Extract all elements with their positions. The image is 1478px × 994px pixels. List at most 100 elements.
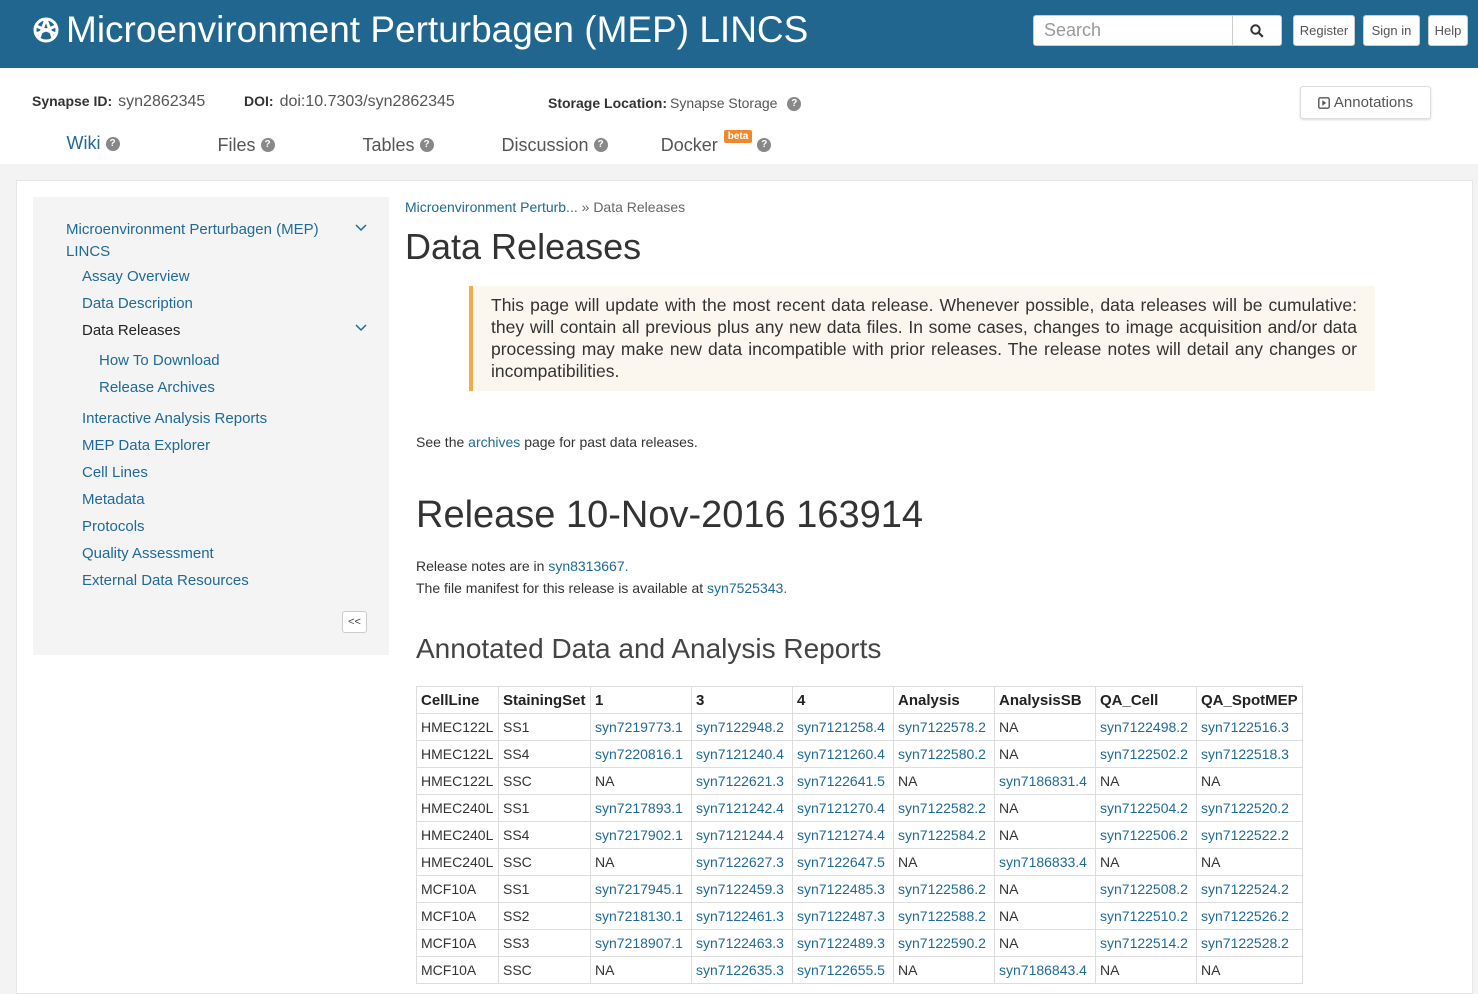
- synapse-id-link[interactable]: syn7122641.5: [797, 773, 885, 789]
- synapse-id-link[interactable]: syn7122588.2: [898, 908, 986, 924]
- docker-help-icon[interactable]: ?: [757, 138, 772, 152]
- synapse-id-link[interactable]: syn7218907.1: [595, 935, 683, 951]
- synapse-id-link[interactable]: syn7186833.4: [999, 854, 1087, 870]
- synapse-logo-icon[interactable]: [30, 14, 62, 46]
- synapse-id-link[interactable]: syn7122520.2: [1201, 800, 1289, 816]
- synapse-id-link[interactable]: syn7121258.4: [797, 719, 885, 735]
- table-body: HMEC122L SS1 syn7219773.1 syn7122948.2 syn71…: [416, 713, 1303, 984]
- sidebar-item-root-cont[interactable]: LINCS: [66, 243, 110, 260]
- help-button[interactable]: Help: [1428, 15, 1468, 46]
- register-button[interactable]: Register: [1293, 15, 1355, 46]
- discussion-help-icon[interactable]: ?: [593, 138, 608, 152]
- signin-button[interactable]: Sign in: [1363, 15, 1420, 46]
- synapse-id-link[interactable]: syn7121240.4: [696, 746, 784, 762]
- synapse-id-link[interactable]: syn7122514.2: [1100, 935, 1188, 951]
- sidebar-item-external-data-resources[interactable]: External Data Resources: [82, 572, 249, 589]
- synapse-id-link[interactable]: syn7122461.3: [696, 908, 784, 924]
- tables-help-icon[interactable]: ?: [419, 138, 434, 152]
- synapse-id-link[interactable]: syn7122580.2: [898, 746, 986, 762]
- tab-files[interactable]: Files?: [170, 122, 322, 168]
- synapse-id-link[interactable]: syn7219773.1: [595, 719, 683, 735]
- synapse-id-link[interactable]: syn7121242.4: [696, 800, 784, 816]
- table-cell: syn7122518.3: [1196, 740, 1303, 768]
- synapse-id-link[interactable]: syn7122485.3: [797, 881, 885, 897]
- table-cell: SS4: [498, 740, 591, 768]
- annotations-button[interactable]: Annotations: [1300, 86, 1431, 119]
- synapse-id-link[interactable]: syn7186831.4: [999, 773, 1087, 789]
- synapse-id-link[interactable]: syn7122516.3: [1201, 719, 1289, 735]
- synapse-id-link[interactable]: syn7186843.4: [999, 962, 1087, 978]
- table-cell: syn7122461.3: [691, 902, 793, 930]
- sidebar-item-data-description[interactable]: Data Description: [82, 295, 193, 312]
- synapse-id-link[interactable]: syn7122487.3: [797, 908, 885, 924]
- synapse-id-link[interactable]: syn7122586.2: [898, 881, 986, 897]
- synapse-id-link[interactable]: syn7122459.3: [696, 881, 784, 897]
- chevron-down-icon[interactable]: [355, 324, 367, 332]
- storage-help-icon[interactable]: ?: [787, 97, 802, 112]
- tab-wiki[interactable]: Wiki?: [16, 122, 170, 168]
- sidebar-item-release-archives[interactable]: Release Archives: [99, 379, 215, 396]
- synapse-id-link[interactable]: syn7122627.3: [696, 854, 784, 870]
- synapse-id-link[interactable]: syn7122584.2: [898, 827, 986, 843]
- synapse-id-link[interactable]: syn7121260.4: [797, 746, 885, 762]
- synapse-id-link[interactable]: syn7122489.3: [797, 935, 885, 951]
- synapse-id-link[interactable]: syn7122526.2: [1201, 908, 1289, 924]
- synapse-id-link[interactable]: syn7122578.2: [898, 719, 986, 735]
- synapse-id-link[interactable]: syn7122524.2: [1201, 881, 1289, 897]
- synapse-id-link[interactable]: syn7122504.2: [1100, 800, 1188, 816]
- synapse-id-link[interactable]: syn7122508.2: [1100, 881, 1188, 897]
- synapse-id-link[interactable]: syn7122582.2: [898, 800, 986, 816]
- synapse-id-link[interactable]: syn7122635.3: [696, 962, 784, 978]
- tab-docker[interactable]: Docker beta?: [635, 122, 797, 168]
- collapse-sidebar-button[interactable]: <<: [342, 611, 367, 633]
- chevron-down-icon[interactable]: [355, 224, 367, 232]
- table-cell: syn7122487.3: [792, 902, 894, 930]
- synapse-id-link[interactable]: syn7122948.2: [696, 719, 784, 735]
- tab-discussion[interactable]: Discussion?: [474, 122, 635, 168]
- sidebar-item-assay-overview[interactable]: Assay Overview: [82, 268, 190, 285]
- synapse-id-link[interactable]: syn7122590.2: [898, 935, 986, 951]
- manifest-link[interactable]: syn7525343.: [707, 580, 787, 596]
- tab-tables[interactable]: Tables?: [322, 122, 474, 168]
- wiki-help-icon[interactable]: ?: [105, 136, 120, 151]
- table-cell: SS1: [498, 875, 591, 903]
- project-title[interactable]: Microenvironment Perturbagen (MEP) LINCS: [66, 9, 808, 51]
- sidebar-item-data-releases[interactable]: Data Releases: [82, 322, 180, 339]
- synapse-id-link[interactable]: syn7122647.5: [797, 854, 885, 870]
- breadcrumb-link[interactable]: Microenvironment Perturb...: [405, 199, 578, 215]
- sidebar-item-quality-assessment[interactable]: Quality Assessment: [82, 545, 214, 562]
- synapse-id-link[interactable]: syn7122502.2: [1100, 746, 1188, 762]
- synapse-id-link[interactable]: syn7121270.4: [797, 800, 885, 816]
- synapse-id-link[interactable]: syn7217902.1: [595, 827, 683, 843]
- synapse-id-link[interactable]: syn7122518.3: [1201, 746, 1289, 762]
- sidebar-item-metadata[interactable]: Metadata: [82, 491, 145, 508]
- release-notes-link[interactable]: syn8313667.: [548, 558, 628, 574]
- sidebar-item-cell-lines[interactable]: Cell Lines: [82, 464, 148, 481]
- synapse-id-link[interactable]: syn7220816.1: [595, 746, 683, 762]
- release-title: Release 10-Nov-2016 163914: [416, 494, 924, 536]
- table-cell: syn7122485.3: [792, 875, 894, 903]
- sidebar-item-interactive-analysis-reports[interactable]: Interactive Analysis Reports: [82, 410, 267, 427]
- synapse-id-link[interactable]: syn7122621.3: [696, 773, 784, 789]
- storage-value: Synapse Storage: [670, 95, 778, 111]
- sidebar-item-how-to-download[interactable]: How To Download: [99, 352, 220, 369]
- synapse-id-link[interactable]: syn7217945.1: [595, 881, 683, 897]
- synapse-id-link[interactable]: syn7121274.4: [797, 827, 885, 843]
- files-help-icon[interactable]: ?: [260, 138, 275, 152]
- sidebar-item-root[interactable]: Microenvironment Perturbagen (MEP): [66, 221, 319, 238]
- synapse-id-link[interactable]: syn7217893.1: [595, 800, 683, 816]
- synapse-id-link[interactable]: syn7122655.5: [797, 962, 885, 978]
- search-input[interactable]: [1033, 15, 1233, 46]
- synapse-id-link[interactable]: syn7122498.2: [1100, 719, 1188, 735]
- archives-link[interactable]: archives: [468, 434, 520, 450]
- sidebar-item-protocols[interactable]: Protocols: [82, 518, 145, 535]
- synapse-id-link[interactable]: syn7122506.2: [1100, 827, 1188, 843]
- search-button[interactable]: [1232, 15, 1282, 46]
- synapse-id-link[interactable]: syn7122463.3: [696, 935, 784, 951]
- sidebar-item-mep-data-explorer[interactable]: MEP Data Explorer: [82, 437, 210, 454]
- synapse-id-link[interactable]: syn7218130.1: [595, 908, 683, 924]
- synapse-id-link[interactable]: syn7121244.4: [696, 827, 784, 843]
- synapse-id-link[interactable]: syn7122522.2: [1201, 827, 1289, 843]
- synapse-id-link[interactable]: syn7122510.2: [1100, 908, 1188, 924]
- synapse-id-link[interactable]: syn7122528.2: [1201, 935, 1289, 951]
